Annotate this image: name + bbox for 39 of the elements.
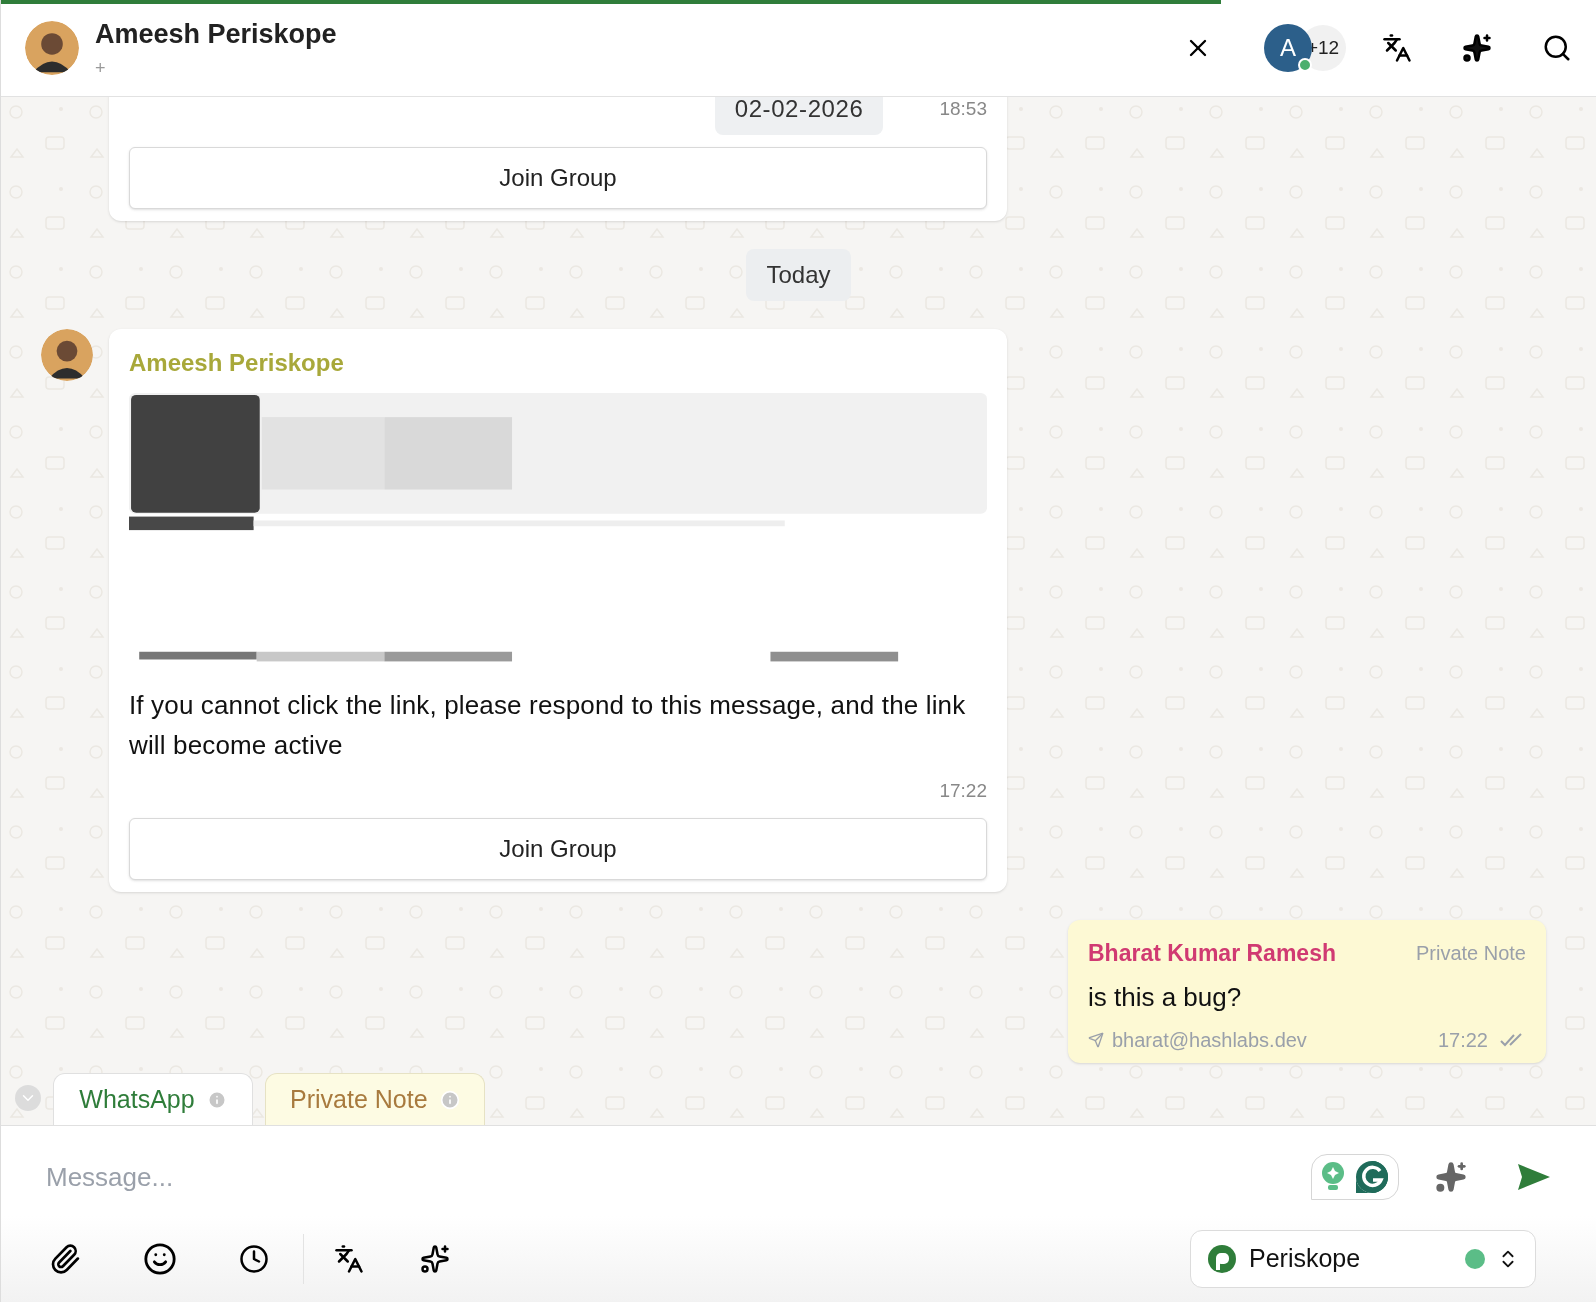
members-group[interactable]: A +12	[1264, 24, 1346, 72]
translate-button[interactable]	[334, 1244, 364, 1274]
sender-name: Ameesh Periskope	[129, 348, 345, 378]
avatar	[25, 21, 79, 75]
sender-name: Bharat Kumar Ramesh	[1088, 938, 1336, 968]
day-chip: Today	[746, 249, 851, 301]
send-icon	[1088, 1032, 1104, 1048]
channel-tab[interactable]: Private Note	[265, 1073, 485, 1125]
ai-sparkles-button[interactable]	[1435, 1161, 1467, 1193]
account-selector[interactable]: Periskope	[1190, 1230, 1536, 1288]
search-button[interactable]	[1542, 33, 1572, 63]
avatar	[41, 329, 93, 381]
lightbulb-icon	[1320, 1161, 1346, 1193]
join-group-button[interactable]: Join Group	[129, 147, 987, 209]
emoji-button[interactable]	[143, 1242, 177, 1276]
grammar-widget[interactable]	[1311, 1154, 1399, 1200]
sparkles-button[interactable]	[1462, 33, 1492, 63]
channel-tab[interactable]: WhatsApp	[53, 1073, 253, 1125]
join-group-button[interactable]: Join Group	[129, 817, 987, 880]
private-note-label: Private Note	[1415, 940, 1526, 966]
date-chip: 02-02-2026	[714, 97, 884, 135]
message-time: 17:22	[1437, 1028, 1488, 1053]
schedule-button[interactable]	[239, 1244, 269, 1274]
message-text: If you cannot click the link, please respond to this message, and the link will become active	[129, 689, 967, 762]
translate-button[interactable]	[1382, 33, 1412, 63]
message-time: 17:22	[939, 779, 987, 803]
info-icon	[439, 1089, 460, 1110]
grammar-icon	[1354, 1159, 1390, 1195]
member-avatar: A	[1264, 24, 1312, 72]
sender-email: bharat@hashlabs.dev	[1112, 1028, 1307, 1053]
message-input[interactable]: Message...	[46, 1157, 1311, 1197]
message-text: is this a bug?	[1088, 981, 1243, 1014]
message-time: 18:53	[939, 97, 987, 121]
contact-name: Ameesh Periskope	[95, 18, 337, 52]
sparkles-button[interactable]	[420, 1244, 450, 1274]
account-logo-icon	[1207, 1244, 1237, 1274]
send-button[interactable]	[1517, 1162, 1551, 1192]
attach-button[interactable]	[49, 1243, 81, 1275]
info-icon	[206, 1089, 227, 1110]
